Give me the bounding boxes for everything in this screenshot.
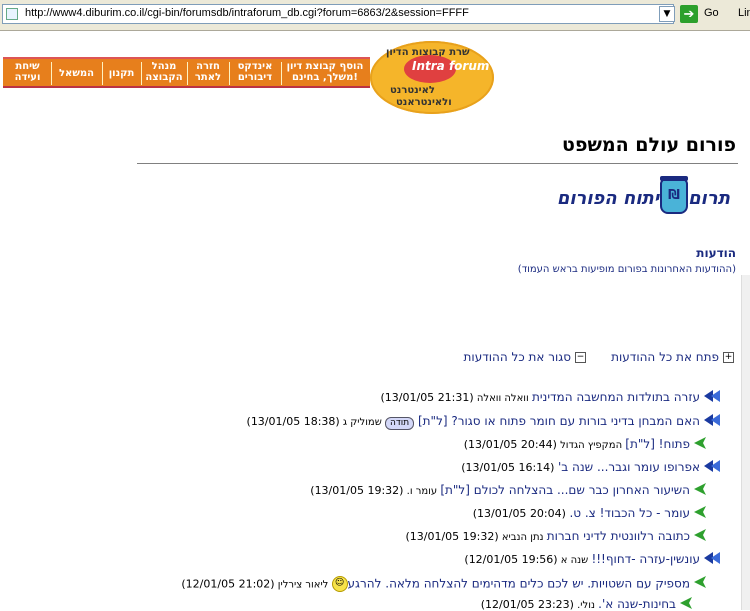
reply-arrow-green-icon [694, 437, 706, 449]
thanks-badge: תודה [385, 417, 415, 430]
message-subject[interactable]: האם המבחן בדיני בורות עם חומר פתוח או סג… [451, 414, 700, 428]
message-timestamp: (19:32 13/01/05) [405, 530, 499, 543]
reply-arrow-green-icon [694, 529, 706, 541]
plus-box-icon: + [723, 352, 734, 363]
thread-arrow-blue-icon [704, 460, 720, 472]
nav-separator [229, 62, 230, 85]
nav-separator [141, 62, 142, 85]
logo-line-intranet: ולאינטראנט [396, 97, 452, 108]
reply-arrow-green-icon [694, 506, 706, 518]
go-button[interactable]: ➔ Go [680, 4, 730, 24]
expand-all-link[interactable]: פתח את כל ההודעות + [611, 350, 734, 364]
message-timestamp: (21:31 13/01/05) [380, 391, 474, 404]
nav-separator [281, 62, 282, 85]
go-arrow-icon: ➔ [680, 5, 698, 23]
nav-group-admin[interactable]: מנהל הקבוצה [144, 61, 184, 86]
thread-arrow-blue-icon [704, 414, 720, 426]
message-author: עומר ו. [403, 486, 441, 497]
announcements-subtitle: (ההודעות האחרונות בפורום מופיעות בראש הע… [517, 264, 736, 275]
intraforum-logo[interactable]: שרת קבוצות הדיון Intra forum לאינטרנט ול… [370, 41, 494, 114]
url-dropdown-button[interactable]: ▼ [659, 6, 675, 22]
url-text: http://www4.diburim.co.il/cgi-bin/forums… [25, 7, 469, 19]
message-subject[interactable]: עונשין-עזרה -דחוף!!! [591, 552, 700, 566]
message-row[interactable]: אפרופו עומר וגבר... שנה ב' (16:14 13/01/… [461, 460, 700, 474]
message-timestamp: (23:23 12/01/05) [480, 598, 574, 611]
collapse-all-label: סגור את כל ההודעות [463, 350, 571, 364]
message-subject[interactable]: אפרופו עומר וגבר... שנה ב' [558, 460, 700, 474]
message-subject[interactable]: השיעור האחרון כבר שם... בהצלחה לכולם [ל"… [440, 483, 690, 497]
message-row[interactable]: בחינות-שנה א'. נולי. (23:23 12/01/05) [481, 597, 676, 611]
message-subject[interactable]: עזרה בתולדות המחשבה המדינית [532, 390, 700, 404]
nav-separator [102, 62, 103, 85]
logo-line-internet: לאינטרנט [390, 85, 435, 96]
url-input[interactable]: http://www4.diburim.co.il/cgi-bin/forums… [2, 4, 675, 24]
title-divider [137, 163, 738, 164]
message-author: נתן הנביא [498, 532, 547, 543]
message-timestamp: (19:32 13/01/05) [310, 484, 404, 497]
smiley-icon: ☺ [331, 576, 348, 592]
message-author: שנה א [557, 555, 592, 566]
message-row[interactable]: השיעור האחרון כבר שם... בהצלחה לכולם [ל"… [310, 483, 690, 497]
scrollbar[interactable] [741, 275, 750, 610]
message-subject[interactable]: מספיק עם השטויות. יש לכם כלים מדהימים לה… [348, 577, 690, 591]
nav-conference-chat[interactable]: שיחת ועידה [6, 61, 49, 86]
collapse-all-link[interactable]: סגור את כל ההודעות − [464, 350, 586, 364]
logo-brand: Intra forum [412, 59, 490, 73]
nav-separator [187, 62, 188, 85]
nav-rules[interactable]: תקנון [105, 68, 138, 93]
message-author: ליאור צירלין [274, 579, 332, 591]
message-timestamp: (20:04 13/01/05) [472, 507, 570, 520]
donate-text: תרום לפיתוח הפורום [556, 188, 730, 209]
message-row[interactable]: מספיק עם השטויות. יש לכם כלים מדהימים לה… [181, 576, 690, 592]
nav-poll[interactable]: המשאל [54, 68, 99, 93]
message-author: שמוליק ג [339, 417, 385, 428]
donate-link[interactable]: תרום לפיתוח הפורום ₪ [510, 176, 730, 218]
message-subject[interactable]: כתובה רלוונטית לדיני חברות [547, 529, 690, 543]
message-row[interactable]: פתוח! [ל"ת] המקפיץ הגדול (20:44 13/01/05… [464, 437, 690, 451]
message-subject[interactable]: עומר - כל הכבוד! צ. ט. [569, 506, 690, 520]
go-label: Go [704, 7, 719, 19]
reply-arrow-green-icon [694, 576, 706, 588]
no-text-tag: [ל"ת] [414, 414, 452, 428]
page-icon [6, 8, 18, 20]
minus-box-icon: − [575, 352, 586, 363]
page-title: פורום עולם המשפט [562, 134, 736, 156]
nav-back-to-site[interactable]: חזרה לאתר [190, 61, 226, 86]
message-timestamp: (19:56 12/01/05) [464, 553, 558, 566]
message-timestamp: (16:14 13/01/05) [461, 461, 558, 474]
expand-all-label: פתח את כל ההודעות [611, 350, 719, 364]
reply-arrow-green-icon [694, 483, 706, 495]
donation-can-icon: ₪ [660, 176, 688, 214]
message-subject[interactable]: בחינות-שנה א'. [598, 597, 676, 611]
nav-add-group[interactable]: הוסף קבוצת דיון משלך, בחינם! [284, 61, 366, 86]
reply-arrow-green-icon [680, 597, 692, 609]
message-author: וואלה וואלה [473, 393, 532, 404]
thread-arrow-blue-icon [704, 552, 720, 564]
nav-separator [51, 62, 52, 85]
message-timestamp: (20:44 13/01/05) [463, 438, 557, 451]
message-row[interactable]: עזרה בתולדות המחשבה המדינית וואלה וואלה … [380, 390, 700, 404]
message-subject[interactable]: פתוח! [ל"ת] [625, 437, 690, 451]
message-row[interactable]: האם המבחן בדיני בורות עם חומר פתוח או סג… [247, 414, 700, 430]
browser-address-bar: http://www4.diburim.co.il/cgi-bin/forums… [0, 0, 750, 31]
message-author: המקפיץ הגדול [556, 440, 626, 451]
announcements-title: הודעות [696, 246, 736, 260]
message-row[interactable]: עומר - כל הכבוד! צ. ט. (20:04 13/01/05) [473, 506, 690, 520]
links-label[interactable]: Lin [738, 7, 750, 19]
nav-diburim-index[interactable]: אינדקס דיבורים [232, 61, 278, 86]
message-author: נולי. [573, 600, 599, 611]
forum-nav-bar: שיחת ועידה המשאל תקנון מנהל הקבוצה חזרה … [3, 57, 370, 88]
message-row[interactable]: עונשין-עזרה -דחוף!!! שנה א (19:56 12/01/… [464, 552, 700, 566]
thread-arrow-blue-icon [704, 390, 720, 402]
message-timestamp: (18:38 13/01/05) [246, 415, 340, 428]
message-row[interactable]: כתובה רלוונטית לדיני חברות נתן הנביא (19… [405, 529, 690, 543]
message-timestamp: (21:02 12/01/05) [181, 577, 275, 591]
